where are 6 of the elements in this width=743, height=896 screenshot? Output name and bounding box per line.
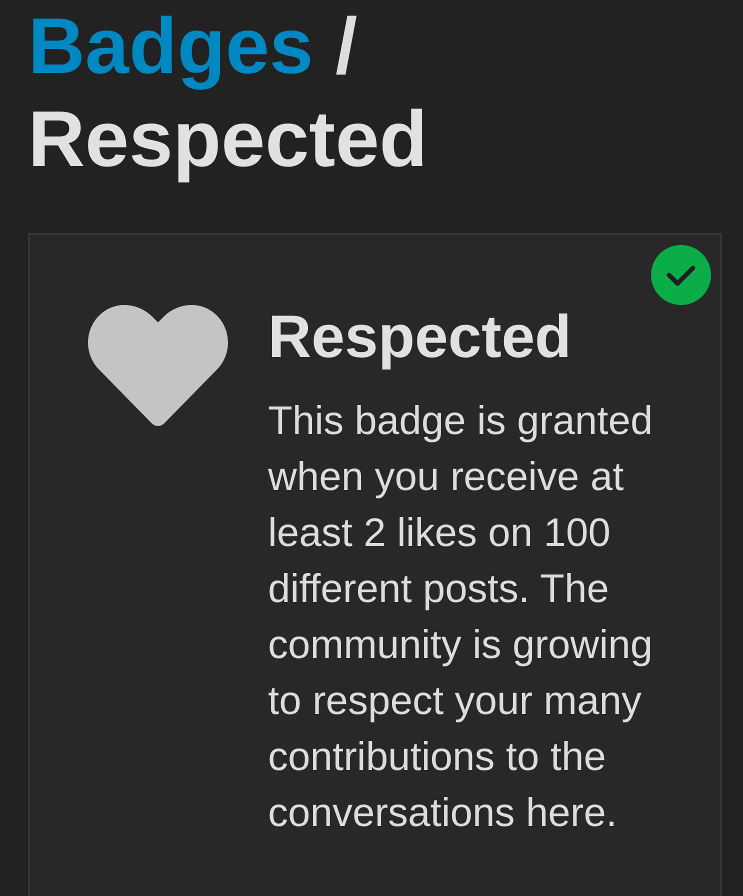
heart-icon: [88, 305, 228, 426]
breadcrumb-link[interactable]: Badges: [28, 1, 314, 90]
badge-title: Respected: [268, 302, 572, 372]
page-title: Respected: [28, 94, 428, 183]
badge-description: This badge is granted when you receive at least 2 likes on 100 different posts. The community is growing to respect your many contributions to the conversations here.: [268, 398, 654, 837]
breadcrumb-separator: /: [335, 1, 358, 90]
